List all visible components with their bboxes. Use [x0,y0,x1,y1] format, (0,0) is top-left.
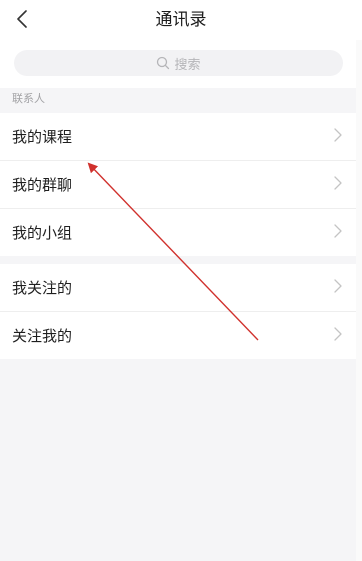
contacts-group-2: 我关注的 关注我的 [0,264,356,359]
list-item-label: 我的小组 [12,224,73,242]
list-item-my-teams[interactable]: 我的小组 [0,208,356,256]
search-area: 搜索 [0,40,362,88]
contacts-group-1: 我的课程 我的群聊 我的小组 [0,113,356,256]
list-item-my-groupchats[interactable]: 我的群聊 [0,160,356,208]
chevron-right-icon [334,176,342,190]
page-title: 通讯录 [155,10,207,30]
list-item-label: 关注我的 [12,327,73,345]
chevron-right-icon [334,327,342,341]
header-bar: 通讯录 [0,0,362,40]
list-item-my-courses[interactable]: 我的课程 [0,113,356,160]
section-label-contacts: 联系人 [12,92,45,105]
search-input[interactable]: 搜索 [14,50,343,76]
search-icon [156,56,170,70]
list-item-label: 我关注的 [12,279,73,297]
scroll-edge [356,40,362,561]
chevron-right-icon [334,279,342,293]
list-item-label: 我的课程 [12,128,73,146]
list-item-following[interactable]: 我关注的 [0,264,356,311]
chevron-right-icon [334,224,342,238]
chevron-right-icon [334,128,342,142]
list-item-label: 我的群聊 [12,176,73,194]
search-placeholder: 搜索 [174,57,201,73]
list-item-followers[interactable]: 关注我的 [0,311,356,359]
